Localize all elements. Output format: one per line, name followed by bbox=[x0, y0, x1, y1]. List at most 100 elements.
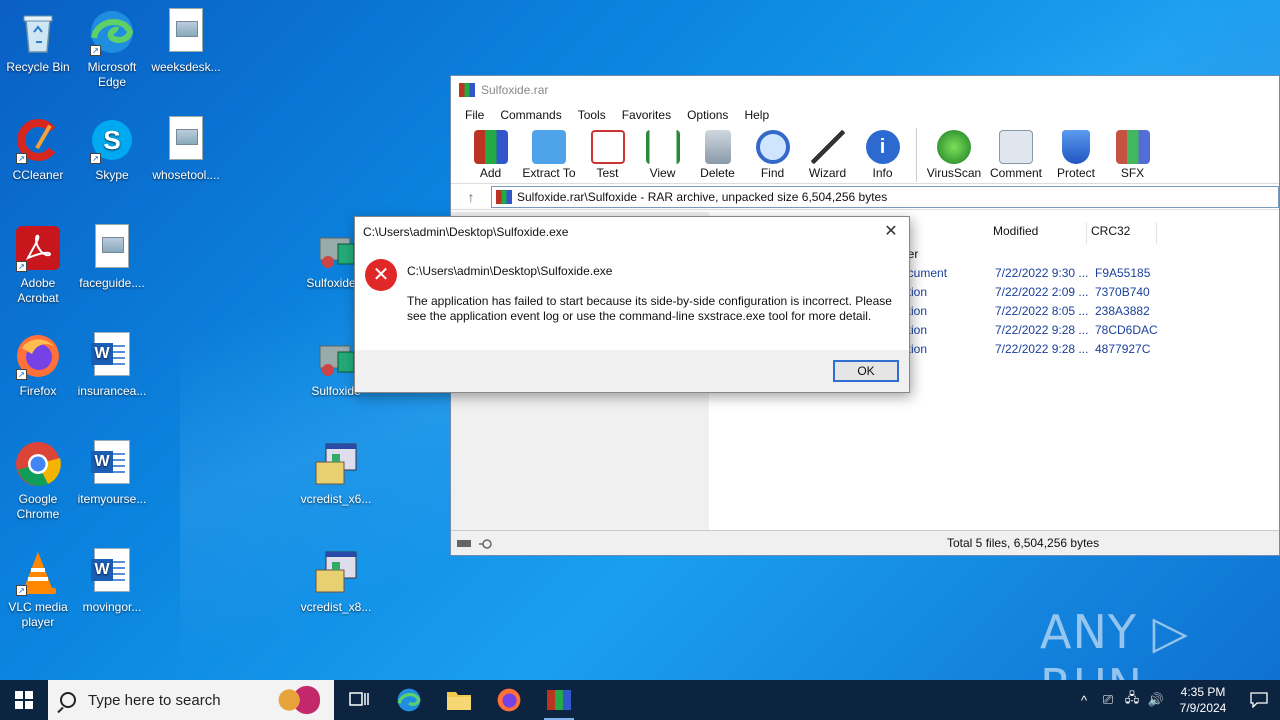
archive-path-field[interactable]: Sulfoxide.rar\Sulfoxide - RAR archive, u… bbox=[491, 185, 1279, 208]
task-view-button[interactable] bbox=[334, 680, 384, 720]
comment-button[interactable]: Comment bbox=[985, 126, 1047, 180]
book-icon bbox=[645, 130, 680, 164]
error-icon: ✕ bbox=[365, 259, 397, 291]
image-file-icon bbox=[169, 8, 203, 52]
sulfoxide-app-icon bbox=[312, 224, 360, 272]
device-icon[interactable]: ⎚ bbox=[1096, 692, 1120, 708]
recycle-bin-icon bbox=[14, 8, 62, 56]
desktop-icon-recycle-bin[interactable]: Recycle Bin bbox=[0, 8, 76, 75]
image-file-icon bbox=[169, 116, 203, 160]
virus-icon bbox=[937, 130, 971, 164]
add-button[interactable]: Add bbox=[463, 126, 518, 180]
drive-icon[interactable] bbox=[457, 539, 497, 549]
word-document-icon: W bbox=[91, 332, 130, 376]
up-arrow-icon[interactable]: ↑ bbox=[451, 189, 491, 205]
taskbar-edge[interactable] bbox=[384, 680, 434, 720]
taskbar-firefox[interactable] bbox=[484, 680, 534, 720]
edge-icon: ↗ bbox=[88, 8, 136, 56]
volume-icon[interactable]: 🔊 bbox=[1144, 692, 1168, 708]
taskbar-file-explorer[interactable] bbox=[434, 680, 484, 720]
clock-date: 7/9/2024 bbox=[1179, 701, 1227, 715]
desktop-icon-label: Recycle Bin bbox=[6, 60, 70, 74]
desktop-icon-vlc[interactable]: ↗ VLC media player bbox=[0, 548, 76, 630]
notification-icon bbox=[1250, 692, 1268, 708]
shortcut-arrow-icon: ↗ bbox=[16, 369, 27, 380]
desktop-icon-ccleaner[interactable]: ↗ CCleaner bbox=[0, 116, 76, 183]
installer-icon bbox=[312, 440, 360, 488]
info-button[interactable]: i Info bbox=[855, 126, 910, 180]
extract-to-button[interactable]: Extract To bbox=[518, 126, 580, 180]
menu-favorites[interactable]: Favorites bbox=[614, 108, 679, 122]
desktop-icon-insurancea[interactable]: W insurancea... bbox=[74, 332, 150, 399]
system-tray: ^ ⎚ 🖧 🔊 4:35 PM 7/9/2024 bbox=[1072, 680, 1280, 720]
sfx-box-icon bbox=[1115, 130, 1150, 164]
trash-icon bbox=[704, 130, 731, 164]
dialog-titlebar[interactable]: C:\Users\admin\Desktop\Sulfoxide.exe bbox=[355, 217, 909, 247]
winrar-menubar: File Commands Tools Favorites Options He… bbox=[451, 104, 1279, 126]
task-view-icon bbox=[349, 692, 369, 706]
taskbar-winrar[interactable] bbox=[534, 680, 584, 720]
menu-options[interactable]: Options bbox=[679, 108, 736, 122]
desktop-icon-label: weeksdesk... bbox=[151, 60, 221, 74]
taskbar-search-box[interactable]: Type here to search bbox=[48, 680, 334, 720]
view-button[interactable]: View bbox=[635, 126, 690, 180]
menu-tools[interactable]: Tools bbox=[570, 108, 614, 122]
desktop-icon-firefox[interactable]: ↗ Firefox bbox=[0, 332, 76, 399]
desktop-icon-whosetool[interactable]: whosetool.... bbox=[148, 116, 224, 183]
network-icon[interactable]: 🖧 bbox=[1120, 689, 1144, 711]
test-button[interactable]: Test bbox=[580, 126, 635, 180]
add-archive-icon bbox=[473, 130, 508, 164]
skype-icon: S ↗ bbox=[88, 116, 136, 164]
firefox-icon bbox=[497, 688, 521, 712]
desktop-icon-weeksdesk[interactable]: weeksdesk... bbox=[148, 8, 224, 75]
desktop-icon-label: Adobe Acrobat bbox=[17, 276, 59, 305]
dialog-footer: OK bbox=[355, 350, 909, 392]
desktop-icon-faceguide[interactable]: faceguide.... bbox=[74, 224, 150, 291]
search-icon bbox=[60, 692, 76, 708]
chevron-up-icon[interactable]: ^ bbox=[1072, 693, 1096, 708]
desktop-icon-google-chrome[interactable]: Google Chrome bbox=[0, 440, 76, 522]
menu-file[interactable]: File bbox=[457, 108, 492, 122]
close-icon[interactable]: ✕ bbox=[881, 222, 901, 242]
ok-button[interactable]: OK bbox=[833, 360, 899, 382]
delete-button[interactable]: Delete bbox=[690, 126, 745, 180]
shortcut-arrow-icon: ↗ bbox=[90, 45, 101, 56]
notification-center-button[interactable] bbox=[1238, 680, 1280, 720]
find-button[interactable]: Find bbox=[745, 126, 800, 180]
desktop-icon-edge[interactable]: ↗ Microsoft Edge bbox=[74, 8, 150, 90]
menu-commands[interactable]: Commands bbox=[492, 108, 569, 122]
virusscan-button[interactable]: VirusScan bbox=[923, 126, 985, 180]
shortcut-arrow-icon: ↗ bbox=[16, 153, 27, 164]
desktop-icon-label: movingor... bbox=[82, 600, 142, 614]
column-header-modified[interactable]: Modified bbox=[989, 222, 1087, 244]
column-header-crc32[interactable]: CRC32 bbox=[1087, 222, 1157, 244]
shield-icon bbox=[1062, 130, 1090, 164]
acrobat-icon: ↗ bbox=[14, 224, 62, 272]
dialog-message: The application has failed to start beca… bbox=[407, 294, 892, 323]
sfx-button[interactable]: SFX bbox=[1105, 126, 1160, 180]
comment-bubble-icon bbox=[999, 130, 1033, 164]
desktop-icon-skype[interactable]: S ↗ Skype bbox=[74, 116, 150, 183]
start-button[interactable] bbox=[0, 680, 48, 720]
search-highlight-icon bbox=[276, 685, 320, 715]
clock-time: 4:35 PM bbox=[1180, 685, 1226, 699]
wizard-button[interactable]: Wizard bbox=[800, 126, 855, 180]
menu-help[interactable]: Help bbox=[736, 108, 777, 122]
winrar-titlebar[interactable]: Sulfoxide.rar bbox=[451, 76, 1279, 104]
desktop-icon-vcredist-x8[interactable]: vcredist_x8... bbox=[298, 548, 374, 615]
protect-button[interactable]: Protect bbox=[1047, 126, 1105, 180]
desktop-icon-itemyourse[interactable]: W itemyourse... bbox=[74, 440, 150, 507]
desktop-icon-label: vcredist_x6... bbox=[300, 492, 372, 506]
desktop-icon-vcredist-x6[interactable]: vcredist_x6... bbox=[298, 440, 374, 507]
desktop-icon-movingor[interactable]: W movingor... bbox=[74, 548, 150, 615]
folder-icon bbox=[447, 692, 471, 710]
dialog-body: ✕ C:\Users\admin\Desktop\Sulfoxide.exe T… bbox=[355, 247, 909, 352]
toolbar-separator bbox=[916, 128, 917, 182]
desktop-icon-label: Firefox bbox=[19, 384, 57, 398]
taskbar-clock[interactable]: 4:35 PM 7/9/2024 bbox=[1168, 684, 1238, 716]
desktop-icon-adobe-acrobat[interactable]: ↗ Adobe Acrobat bbox=[0, 224, 76, 306]
desktop-icon-label: Google Chrome bbox=[16, 492, 60, 521]
windows-logo-icon bbox=[15, 691, 33, 709]
vlc-icon: ↗ bbox=[14, 548, 62, 596]
desktop-icon-label: faceguide.... bbox=[79, 276, 145, 290]
